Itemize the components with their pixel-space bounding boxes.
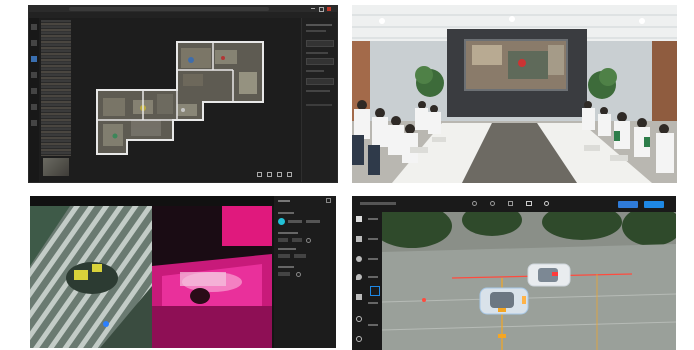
setting-label — [278, 232, 298, 234]
aerial-hatch-view[interactable] — [30, 206, 152, 348]
tool-icon[interactable] — [31, 72, 37, 78]
drone-map-app — [352, 196, 676, 350]
radio-option[interactable] — [306, 238, 311, 243]
camera-icon[interactable] — [544, 201, 549, 206]
draw-icon[interactable] — [356, 236, 362, 242]
grid-icon[interactable] — [267, 172, 272, 177]
radio-option[interactable] — [296, 272, 301, 277]
tool-icon[interactable] — [31, 88, 37, 94]
tool-label — [368, 324, 378, 326]
property-row — [306, 70, 324, 72]
thumbnail-preview[interactable] — [43, 158, 69, 176]
drone-icon[interactable] — [356, 256, 362, 262]
aerial-map[interactable] — [382, 212, 676, 350]
tool-icon[interactable] — [31, 24, 37, 30]
meeting-room-scene — [352, 5, 677, 183]
property-row — [306, 24, 332, 26]
settings-icon[interactable] — [356, 336, 362, 342]
property-row — [306, 52, 328, 54]
close-icon[interactable] — [326, 198, 331, 203]
color-swatch-cyan[interactable] — [278, 218, 285, 225]
point-cloud-render[interactable] — [152, 206, 272, 348]
tool-icon[interactable] — [31, 40, 37, 46]
tool-label — [368, 238, 378, 240]
property-row — [306, 104, 332, 106]
edit-icon[interactable] — [356, 216, 362, 222]
setting-field[interactable] — [292, 238, 302, 242]
tool-label — [368, 258, 378, 260]
minimize-icon[interactable] — [311, 8, 315, 9]
tool-label — [368, 276, 378, 278]
close-icon[interactable] — [327, 7, 331, 11]
vehicle-top — [527, 263, 571, 287]
secondary-action-button[interactable] — [618, 201, 638, 208]
setting-field[interactable] — [278, 272, 290, 276]
setting-field[interactable] — [294, 254, 306, 258]
tool-label — [368, 302, 378, 304]
image-icon[interactable] — [356, 294, 362, 300]
close-icon[interactable] — [287, 172, 292, 177]
layers-icon[interactable] — [526, 201, 532, 206]
property-field[interactable] — [306, 78, 334, 85]
properties-panel — [301, 18, 337, 182]
property-field[interactable] — [306, 40, 334, 47]
inspection-render-view — [30, 196, 336, 348]
undo-icon[interactable] — [472, 201, 477, 206]
active-tool-button[interactable] — [370, 286, 380, 296]
map-marker — [498, 334, 506, 338]
setting-field[interactable] — [278, 254, 290, 258]
render-top-bar — [30, 196, 274, 206]
tool-sidebar — [352, 212, 382, 350]
tool-label — [368, 218, 378, 220]
property-row — [306, 30, 326, 32]
fit-icon[interactable] — [257, 172, 262, 177]
location-pin-icon[interactable] — [356, 274, 362, 280]
setting-label — [278, 266, 294, 268]
map-marker — [498, 308, 506, 312]
setting-field[interactable] — [306, 220, 320, 223]
window-controls[interactable] — [311, 7, 333, 12]
top-toolbar — [472, 201, 562, 207]
setting-field[interactable] — [288, 220, 302, 223]
left-icon-rail — [29, 18, 39, 182]
render-settings-panel — [274, 196, 336, 348]
app-title — [360, 202, 396, 205]
measure-icon[interactable] — [508, 201, 513, 206]
meeting-room-photo — [352, 5, 677, 183]
map-marker — [422, 298, 426, 302]
redo-icon[interactable] — [490, 201, 495, 206]
property-field[interactable] — [306, 58, 334, 65]
tool-icon[interactable] — [31, 120, 37, 126]
canvas-bottom-toolbar — [257, 172, 299, 178]
floorplan-software-window — [28, 5, 338, 183]
floor-plan-canvas[interactable] — [73, 20, 299, 170]
address-bar[interactable] — [69, 7, 269, 11]
property-row — [306, 90, 330, 92]
primary-action-button[interactable] — [644, 201, 664, 208]
expand-icon[interactable] — [277, 172, 282, 177]
app-header — [352, 196, 676, 213]
image-thumbnail-list[interactable] — [41, 20, 71, 156]
tool-icon[interactable] — [31, 104, 37, 110]
tool-icon[interactable] — [31, 56, 37, 62]
app-toolbar — [29, 12, 337, 18]
setting-field[interactable] — [278, 238, 288, 242]
target-icon[interactable] — [356, 316, 362, 322]
setting-label — [278, 212, 294, 214]
panel-heading — [278, 200, 290, 202]
setting-label — [278, 248, 296, 250]
